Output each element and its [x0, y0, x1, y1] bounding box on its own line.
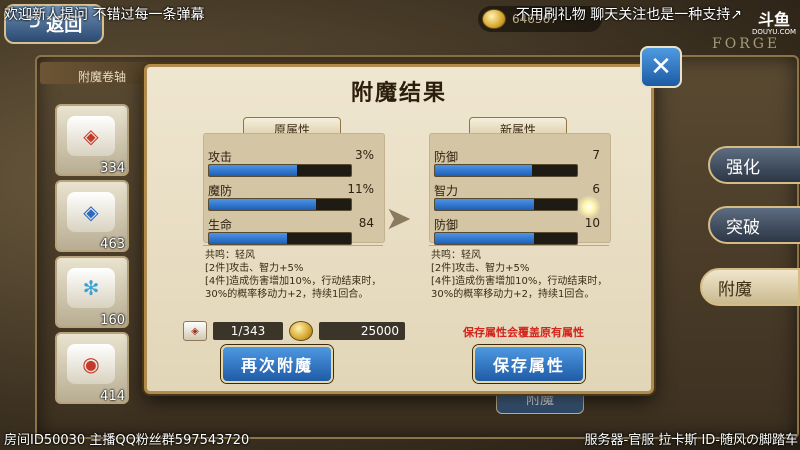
resonance-2pc: [2件]攻击、智力+5% — [431, 263, 530, 274]
side-button-label: 强化 — [726, 157, 760, 178]
attr-name: 防御 — [434, 218, 459, 232]
reenchant-button[interactable]: 再次附魔 — [221, 345, 333, 383]
side-button-enchant[interactable]: 附魔 — [700, 268, 800, 306]
cost-row: ◈ 1/343 25000 — [183, 321, 405, 341]
attr-value: 11% — [347, 182, 374, 196]
transform-arrow-icon: ➤ — [385, 199, 412, 237]
original-attr-box: 攻击 3% 魔防 11% 生命 84 — [203, 133, 385, 245]
side-button-breakthrough[interactable]: 突破 — [708, 206, 800, 244]
attr-row: 攻击 3% — [206, 146, 382, 182]
attr-bar — [208, 198, 352, 211]
dialog-title: 附魔结果 — [350, 81, 447, 106]
scroll-cyan-icon: ✻ — [67, 268, 115, 308]
side-button-enhance[interactable]: 强化 — [708, 146, 800, 184]
scroll-blue-icon: ◈ — [67, 192, 115, 232]
attr-bar — [208, 232, 352, 245]
attr-name: 智力 — [434, 184, 459, 198]
douyu-logo: 斗鱼 DOUYU.COM — [752, 10, 797, 38]
brand-bottom: DOUYU.COM — [752, 28, 797, 36]
scroll-count: 334 — [100, 161, 125, 176]
attr-value: 7 — [592, 148, 600, 162]
resonance-4pc: [4件]造成伤害增加10%，行动结束时，30%的概率移动力+2，持续1回合。 — [431, 276, 608, 300]
close-icon: ✕ — [650, 52, 672, 82]
save-attributes-button[interactable]: 保存属性 — [473, 345, 585, 383]
resonance-2pc: [2件]攻击、智力+5% — [205, 263, 304, 274]
danmu-left: 欢迎新人提问 不错过每一条弹幕 — [4, 7, 205, 23]
divider — [203, 245, 383, 246]
save-warning: 保存属性会覆盖原有属性 — [463, 326, 584, 339]
attr-bar — [434, 164, 578, 177]
scroll-cost-icon: ◈ — [183, 321, 207, 341]
scroll-slot[interactable]: ◈ 334 — [55, 104, 129, 176]
scroll-cost-count: 1/343 — [213, 322, 283, 340]
scroll-tab-label[interactable]: 附魔卷轴 — [78, 68, 126, 85]
scroll-red-icon: ◈ — [67, 116, 115, 156]
attr-bar — [208, 164, 352, 177]
resonance-title: 共鸣：轻风 — [431, 250, 481, 261]
server-info: 服务器-官服 拉卡斯 ID-随风の脚踏车 — [584, 433, 799, 448]
scroll-slot[interactable]: ✻ 160 — [55, 256, 129, 328]
resonance-4pc: [4件]造成伤害增加10%，行动结束时，30%的概率移动力+2，持续1回合。 — [205, 276, 382, 300]
enchant-result-dialog: 附魔结果 原属性 新属性 攻击 3% 魔防 11% 生命 84 ➤ 防御 7 智… — [144, 64, 654, 394]
side-button-label: 附魔 — [718, 279, 752, 300]
danmu-right: 不用刷礼物 聊天关注也是一种支持↗ — [515, 7, 742, 23]
attr-bar — [434, 232, 578, 245]
scroll-count: 463 — [100, 237, 125, 252]
gold-coin-icon — [289, 321, 313, 341]
resonance-title: 共鸣：轻风 — [205, 250, 255, 261]
attr-bar-fill — [209, 233, 288, 244]
side-button-label: 突破 — [726, 217, 760, 238]
sparkle-effect — [577, 195, 601, 219]
scroll-red-icon: ◉ — [67, 344, 115, 384]
new-resonance: 共鸣：轻风 [2件]攻击、智力+5% [4件]造成伤害增加10%，行动结束时，3… — [431, 249, 611, 301]
original-resonance: 共鸣：轻风 [2件]攻击、智力+5% [4件]造成伤害增加10%，行动结束时，3… — [205, 249, 385, 301]
attr-name: 魔防 — [208, 184, 233, 198]
attr-bar-fill — [435, 233, 535, 244]
scroll-count: 414 — [100, 389, 125, 404]
room-info: 房间ID50030 主播QQ粉丝群597543720 — [4, 433, 250, 448]
attr-bar-fill — [209, 199, 316, 210]
brand-top: 斗鱼 — [758, 10, 791, 29]
attr-value: 6 — [592, 182, 600, 196]
divider — [429, 245, 609, 246]
attr-bar — [434, 198, 578, 211]
forge-logo: FORGE — [712, 36, 781, 52]
close-button[interactable]: ✕ — [640, 46, 682, 88]
new-attr-box: 防御 7 智力 6 防御 10 — [429, 133, 611, 245]
attr-value: 84 — [358, 216, 374, 230]
attr-value: 3% — [354, 148, 374, 162]
attr-name: 生命 — [208, 218, 233, 232]
gold-cost: 25000 — [319, 322, 405, 340]
scroll-slot[interactable]: ◉ 414 — [55, 332, 129, 404]
attr-bar-fill — [435, 199, 535, 210]
attr-bar-fill — [435, 165, 532, 176]
attr-row: 防御 7 — [432, 146, 608, 182]
scroll-slot[interactable]: ◈ 463 — [55, 180, 129, 252]
gold-coin-icon — [482, 9, 506, 29]
attr-row: 魔防 11% — [206, 180, 382, 216]
attr-name: 防御 — [434, 150, 459, 164]
scroll-count: 160 — [100, 313, 125, 328]
attr-name: 攻击 — [208, 150, 233, 164]
attr-bar-fill — [209, 165, 298, 176]
